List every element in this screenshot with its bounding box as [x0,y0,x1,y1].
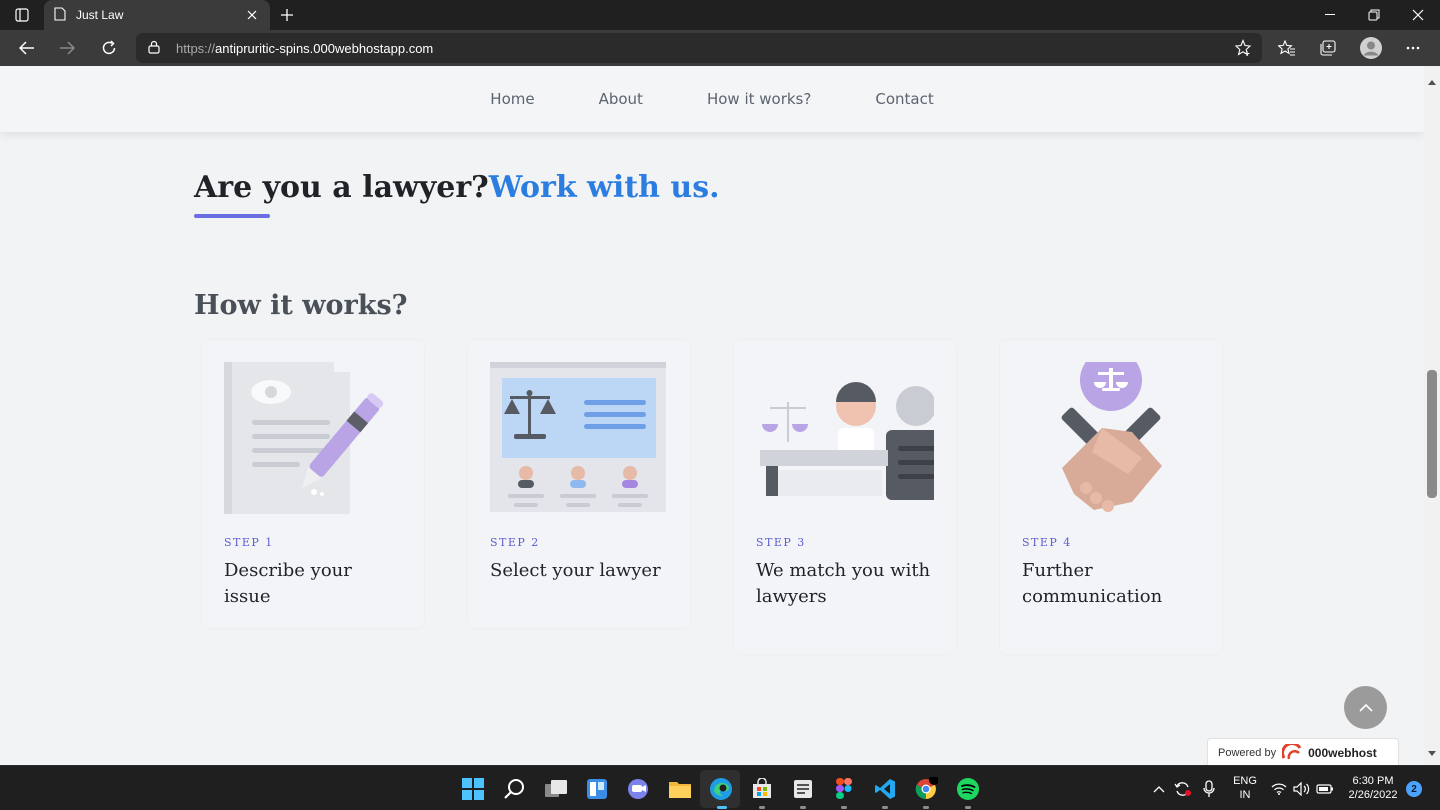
running-app-indicator [882,806,888,809]
step-label: STEP 1 [224,536,274,549]
collections-icon[interactable] [1313,34,1343,62]
refresh-icon[interactable] [94,34,124,62]
hero-title: Are you a lawyer?Work with us. [194,170,720,205]
chevron-up-icon [1358,703,1373,712]
browser-toolbar: https://antipruritic-spins.000webhostapp… [0,30,1440,66]
step-description: We match you with lawyers [756,560,931,607]
active-app-indicator [717,806,727,809]
tab-title: Just Law [76,8,124,22]
widgets-icon[interactable] [583,775,611,803]
chevron-up-icon[interactable] [1146,775,1172,803]
powered-by-label: Powered by [1218,746,1277,759]
scrollbar-thumb[interactable] [1427,370,1437,498]
step-description: Select your lawyer [490,560,661,581]
web-page: Home About How it works? Contact Are you… [0,66,1424,765]
browser-tab-bar: Just Law [0,0,1440,30]
vscode-icon[interactable] [871,775,899,803]
lawyer-meeting-icon [756,362,950,514]
page-icon [54,6,66,24]
system-clock[interactable]: 6:30 PM 2/26/2022 [1340,774,1406,802]
nav-link-home[interactable]: Home [490,90,534,108]
notification-badge[interactable]: 2 [1406,781,1422,797]
forward-icon[interactable] [52,34,82,62]
clock-date: 2/26/2022 [1348,789,1398,801]
scroll-to-top-button[interactable] [1344,686,1387,729]
figma-icon[interactable] [830,775,858,803]
new-tab-icon[interactable] [275,3,299,27]
spotify-icon[interactable] [954,775,982,803]
close-tab-icon[interactable] [244,7,260,23]
scroll-down-arrow-icon[interactable] [1428,743,1436,761]
handshake-icon [1022,349,1200,514]
wifi-icon[interactable] [1268,775,1290,803]
powered-by-brand: 000webhost [1308,745,1377,760]
battery-icon[interactable] [1313,775,1337,803]
running-app-indicator [965,806,971,809]
section-title: How it works? [194,290,408,321]
url-text: https://antipruritic-spins.000webhostapp… [176,41,434,56]
powered-by-badge[interactable]: Powered by 000webhost [1207,738,1399,765]
webhost-logo-icon [1282,743,1304,762]
teams-chat-icon[interactable] [624,775,652,803]
work-with-us-link[interactable]: Work with us. [489,170,720,205]
lock-icon[interactable] [148,40,160,59]
microsoft-store-icon[interactable] [748,775,776,803]
language-code: ENG [1233,775,1257,787]
browser-tab[interactable]: Just Law [44,0,270,30]
address-bar[interactable]: https://antipruritic-spins.000webhostapp… [136,33,1262,63]
edge-browser-icon[interactable] [707,775,735,803]
running-app-indicator [923,806,929,809]
step-description: Further communication [1022,560,1163,607]
hero-title-plain: Are you a lawyer? [194,170,489,205]
nav-link-how-it-works[interactable]: How it works? [707,90,811,108]
sync-icon[interactable] [1170,775,1196,803]
step-card: STEP 4 Further communication [1000,340,1222,654]
step-card: STEP 3 We match you with lawyers [734,340,956,654]
document-pen-icon [224,362,402,514]
step-card: STEP 1 Describe your issue [202,340,424,628]
clock-time: 6:30 PM [1352,775,1394,787]
windows-start-icon[interactable] [459,775,487,803]
step-card: STEP 2 Select your lawyer [468,340,690,628]
nav-link-contact[interactable]: Contact [875,90,933,108]
minimize-icon[interactable] [1308,0,1352,30]
lawyer-profiles-icon [490,362,668,514]
page-scrollbar[interactable] [1424,66,1440,765]
favorites-icon[interactable] [1272,34,1302,62]
volume-icon[interactable] [1290,775,1314,803]
title-underline [194,214,270,218]
site-navigation: Home About How it works? Contact [0,66,1424,132]
step-label: STEP 4 [1022,536,1072,549]
back-icon[interactable] [12,34,42,62]
profile-avatar-icon[interactable] [1356,34,1386,62]
chrome-icon[interactable] [912,775,940,803]
step-description: Describe your issue [224,560,352,607]
notepad-app-icon[interactable] [789,775,817,803]
task-view-icon[interactable] [542,775,570,803]
restore-icon[interactable] [1352,0,1396,30]
file-explorer-icon[interactable] [666,775,694,803]
region-code: IN [1239,789,1251,801]
running-app-indicator [759,806,765,809]
add-favorite-icon[interactable] [1234,39,1252,62]
running-app-indicator [841,806,847,809]
tab-actions-icon[interactable] [8,4,36,26]
scroll-up-arrow-icon[interactable] [1428,72,1436,90]
input-language[interactable]: ENG IN [1228,774,1262,802]
microphone-icon[interactable] [1196,775,1222,803]
step-label: STEP 2 [490,536,540,549]
taskbar: ENG IN 6:30 PM 2/26/2022 2 [0,765,1440,810]
step-label: STEP 3 [756,536,806,549]
search-icon[interactable] [500,775,528,803]
nav-link-about[interactable]: About [599,90,643,108]
close-window-icon[interactable] [1396,0,1440,30]
more-options-icon[interactable] [1398,34,1428,62]
running-app-indicator [800,806,806,809]
